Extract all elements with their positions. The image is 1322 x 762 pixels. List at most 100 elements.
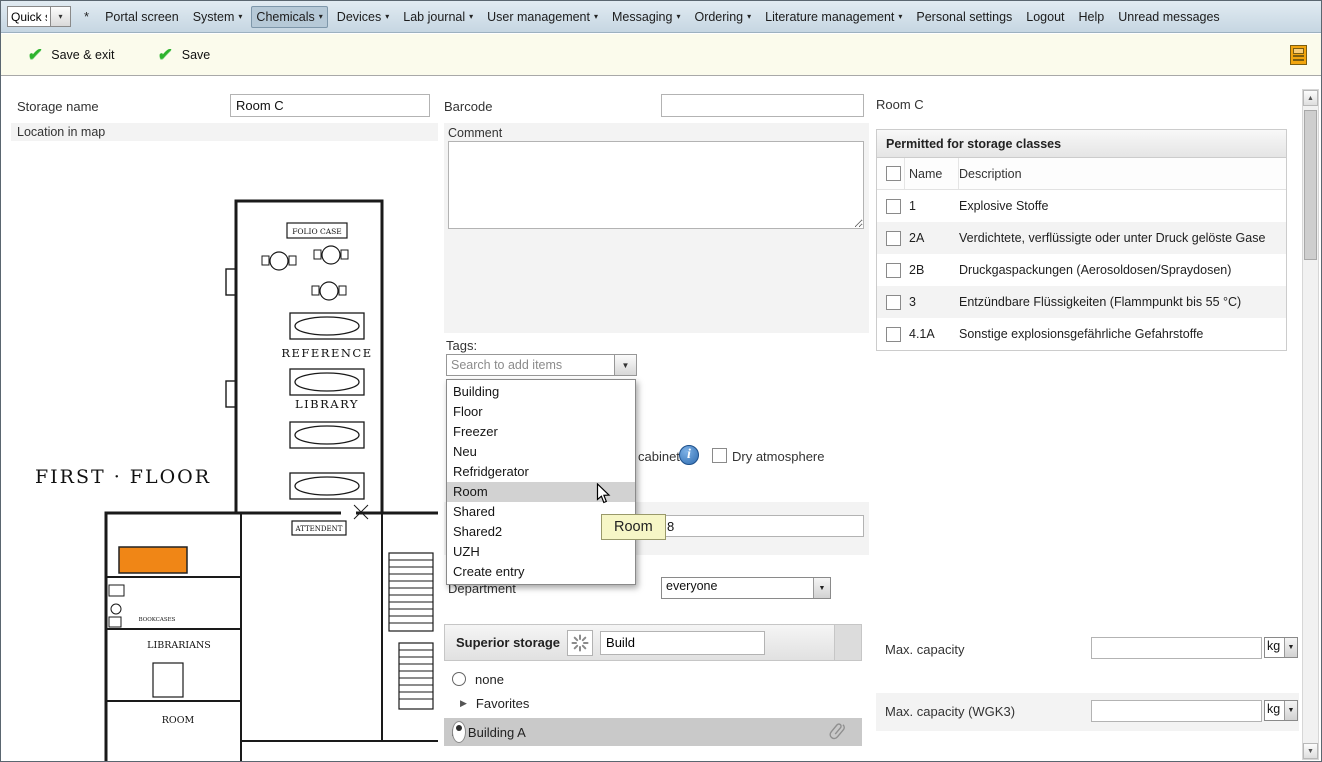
floorplan-label-reference: REFERENCE: [281, 346, 372, 360]
nav-item-chemicals[interactable]: Chemicals ▾: [251, 5, 328, 28]
checkmark-icon: ✔: [157, 45, 175, 64]
storage-class-row: 2B Druckgaspackungen (Aerosoldosen/Spray…: [877, 254, 1286, 286]
storage-class-checkbox[interactable]: [886, 294, 901, 310]
nav-item-devices[interactable]: Devices ▾: [332, 6, 394, 28]
tags-search-input[interactable]: [446, 354, 615, 376]
select-all-checkbox[interactable]: [886, 166, 901, 181]
department-select[interactable]: everyone ▼: [661, 577, 831, 599]
vertical-scrollbar[interactable]: ▲ ▼: [1302, 89, 1319, 760]
storage-classes-column-header: Name Description: [877, 158, 1286, 190]
save-and-exit-button[interactable]: ✔ Save & exit: [27, 45, 115, 64]
dry-atmosphere-checkbox[interactable]: [712, 448, 727, 463]
chevron-down-icon: ▾: [593, 11, 598, 21]
floorplan-label-library: LIBRARY: [295, 397, 359, 411]
clipboard-icon[interactable]: [1290, 44, 1307, 65]
tags-dropdown-button[interactable]: ▼: [615, 354, 637, 376]
location-in-map-strip: Location in map: [11, 123, 438, 141]
storage-name-input[interactable]: [230, 94, 430, 117]
nav-item-unread-messages[interactable]: Unread messages: [1113, 6, 1224, 28]
floor-input[interactable]: [661, 515, 864, 537]
storage-class-name: 2A: [909, 231, 925, 245]
radio-icon[interactable]: [452, 672, 466, 686]
nav-label: Personal settings: [916, 9, 1013, 24]
nav-item-lab-journal[interactable]: Lab journal ▾: [398, 6, 478, 28]
app-window: ▾ * Portal screen System ▾ Chemicals ▾ D…: [0, 0, 1322, 762]
max-capacity-wgk3-unit-select[interactable]: kg ▼: [1264, 700, 1298, 721]
scroll-down-button[interactable]: ▼: [1303, 743, 1318, 759]
superior-storage-panel: Superior storage none ▶ Favor: [444, 624, 862, 746]
superior-option-favorites[interactable]: ▶ Favorites: [444, 692, 862, 714]
tooltip: Room: [601, 514, 666, 540]
storage-class-checkbox[interactable]: [886, 262, 901, 278]
superior-option-building-a[interactable]: ▶ Building A: [444, 718, 862, 746]
quick-search: ▾: [7, 6, 71, 27]
tags-combobox: ▼: [446, 354, 637, 376]
nav-item-portal-screen[interactable]: Portal screen: [100, 6, 184, 28]
dropdown-item[interactable]: Floor: [447, 402, 635, 422]
triangle-right-icon[interactable]: ▶: [460, 698, 467, 708]
nav-item-ordering[interactable]: Ordering ▾: [689, 6, 756, 28]
floorplan-label-folio-case: FOLIO CASE: [292, 227, 342, 236]
quick-search-input[interactable]: [7, 6, 51, 27]
storage-class-name: 2B: [909, 263, 925, 277]
paperclip-icon[interactable]: [824, 719, 849, 745]
save-button[interactable]: ✔ Save: [157, 45, 210, 64]
superior-storage-title: Superior storage: [456, 635, 561, 650]
radio-selected-icon[interactable]: [452, 721, 466, 743]
chevron-down-icon: ▾: [469, 11, 474, 21]
nav-item-user-management[interactable]: User management ▾: [482, 6, 603, 28]
nav-item-personal-settings[interactable]: Personal settings: [911, 6, 1017, 28]
column-header-name[interactable]: Name: [905, 158, 959, 189]
floorplan-label-bookcases: BOOKCASES: [139, 617, 176, 623]
info-icon[interactable]: i: [679, 445, 699, 465]
floorplan-title: FIRST · FLOOR: [35, 466, 211, 488]
comment-label: Comment: [448, 126, 503, 140]
storage-class-checkbox[interactable]: [886, 198, 901, 214]
dropdown-item-create-entry[interactable]: Create entry: [447, 562, 635, 582]
dropdown-item[interactable]: UZH: [447, 542, 635, 562]
column-header-description[interactable]: Description: [959, 167, 1286, 181]
loading-spinner-icon[interactable]: [567, 629, 594, 656]
comment-textarea[interactable]: [448, 141, 864, 229]
nav-item-help[interactable]: Help: [1074, 6, 1110, 28]
dropdown-item[interactable]: Freezer: [447, 422, 635, 442]
max-capacity-input[interactable]: [1091, 637, 1262, 659]
storage-class-row: 4.1A Sonstige explosionsgefährliche Gefa…: [877, 318, 1286, 350]
superior-option-none[interactable]: none: [444, 666, 862, 692]
nav-item-logout[interactable]: Logout: [1021, 6, 1069, 28]
chevron-down-icon: ▾: [318, 11, 323, 21]
unsaved-indicator: *: [84, 9, 90, 24]
max-capacity-wgk3-input[interactable]: [1091, 700, 1262, 722]
superior-storage-search-input[interactable]: [600, 630, 766, 655]
dropdown-item[interactable]: Refridgerator: [447, 462, 635, 482]
nav-label: Unread messages: [1118, 9, 1220, 24]
nav-item-messaging[interactable]: Messaging ▾: [607, 6, 685, 28]
select-arrow-icon: ▼: [1284, 701, 1297, 720]
scroll-up-button[interactable]: ▲: [1303, 90, 1318, 106]
chevron-down-icon: ▾: [58, 12, 63, 21]
nav-item-literature-management[interactable]: Literature management ▾: [760, 6, 907, 28]
dropdown-item[interactable]: Building: [447, 382, 635, 402]
floorplan-background: [11, 141, 438, 761]
nav-label: Literature management: [765, 9, 895, 24]
scrollbar-thumb[interactable]: [1304, 110, 1317, 260]
storage-name-label: Storage name: [17, 99, 99, 114]
selected-storage-title: Room C: [876, 97, 924, 112]
nav-item-system[interactable]: System ▾: [188, 6, 248, 28]
floorplan-map[interactable]: FOLIO CASE REFERENCE LIBRARY FIRST · FLO…: [11, 141, 438, 762]
option-label: Favorites: [475, 695, 530, 711]
barcode-input[interactable]: [661, 94, 864, 117]
storage-class-name: 4.1A: [909, 327, 935, 341]
quick-search-dropdown-button[interactable]: ▾: [51, 6, 71, 27]
chevron-down-icon: ▾: [898, 11, 903, 21]
nav-label: System: [192, 9, 235, 24]
save-and-exit-label: Save & exit: [51, 47, 115, 62]
storage-class-checkbox[interactable]: [886, 230, 901, 246]
max-capacity-unit-select[interactable]: kg ▼: [1264, 637, 1298, 658]
storage-class-name: 3: [909, 295, 916, 309]
dropdown-item[interactable]: Neu: [447, 442, 635, 462]
scroll-up-icon: ▲: [1307, 94, 1314, 102]
storage-class-checkbox[interactable]: [886, 326, 901, 342]
floorplan-label-room: ROOM: [162, 715, 195, 726]
highlighted-room[interactable]: [118, 546, 188, 574]
